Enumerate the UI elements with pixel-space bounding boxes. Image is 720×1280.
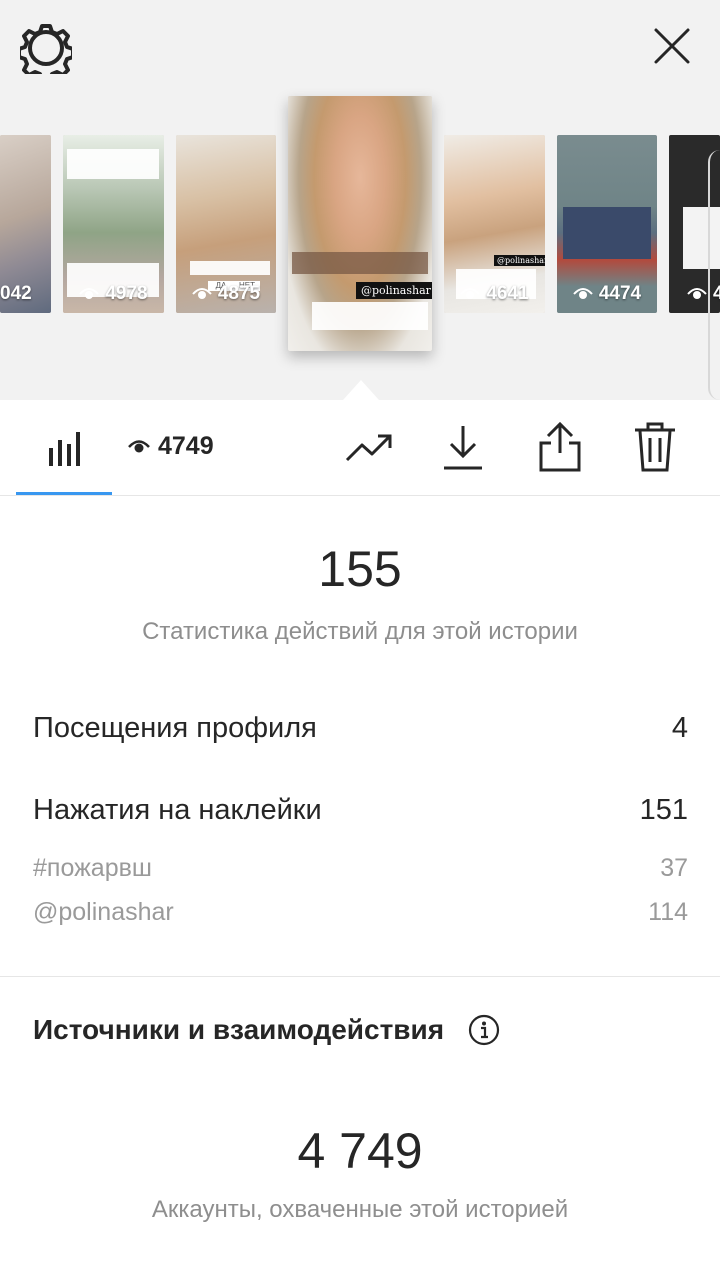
viewers-count: 4749 xyxy=(158,432,214,460)
profile-visits-label: Посещения профиля xyxy=(33,712,317,744)
promote-button[interactable] xyxy=(344,428,394,468)
viewers-tab[interactable]: 4749 xyxy=(128,432,214,461)
sticker-row: @polinashar 114 xyxy=(33,898,688,927)
profile-visits-row: Посещения профиля 4 xyxy=(33,712,688,745)
story-views: 4474 xyxy=(598,283,642,304)
sticker-taps-label: Нажатия на наклейки xyxy=(33,794,322,826)
story-carousel-area: 042 4978 ДА НЕТ 4875 @polinashar @polina… xyxy=(0,0,720,400)
insights-tab[interactable] xyxy=(44,428,84,470)
story-toolbar: 4749 xyxy=(0,400,720,496)
eye-icon xyxy=(460,288,481,299)
sticker-taps-row: Нажатия на наклейки 151 xyxy=(33,794,688,827)
interactions-label: Статистика действий для этой истории xyxy=(142,618,578,645)
scroll-indicator xyxy=(708,150,720,400)
reach-total: 4 749 xyxy=(297,1123,423,1179)
discovery-section-header: Источники и взаимодействия xyxy=(33,1014,500,1046)
close-icon xyxy=(654,28,690,64)
trash-icon xyxy=(635,422,675,472)
sticker-name: #пожарвш xyxy=(33,854,152,882)
mention-sticker: @polinashar xyxy=(356,282,432,299)
info-button[interactable] xyxy=(468,1014,500,1046)
share-button[interactable] xyxy=(536,420,584,474)
active-tab-indicator xyxy=(16,492,112,495)
sticker-row: #пожарвш 37 xyxy=(33,854,688,883)
eye-icon xyxy=(192,288,212,299)
eye-icon xyxy=(687,288,707,299)
profile-visits-value: 4 xyxy=(671,712,688,744)
discovery-title: Источники и взаимодействия xyxy=(33,1014,445,1045)
story-views: 4978 xyxy=(105,283,148,304)
section-divider xyxy=(0,976,720,977)
reach-label: Аккаунты, охваченные этой историей xyxy=(151,1196,569,1223)
download-icon xyxy=(444,426,482,470)
story-thumbnail[interactable]: ДА НЕТ 4875 xyxy=(176,135,276,313)
sticker-value: 114 xyxy=(648,898,688,926)
story-thumbnail[interactable]: 4474 xyxy=(557,135,657,313)
eye-icon xyxy=(79,288,100,299)
sticker-value: 37 xyxy=(660,854,688,882)
story-thumbnail[interactable]: 042 xyxy=(0,135,51,313)
video-preview xyxy=(563,207,651,259)
sticker-name: @polinashar xyxy=(33,898,174,926)
gear-icon xyxy=(20,24,72,74)
story-thumbnail[interactable]: 4978 xyxy=(63,135,164,313)
trending-up-icon xyxy=(345,434,392,462)
story-thumbnail[interactable]: @polinashar 4641 xyxy=(444,135,545,313)
delete-button[interactable] xyxy=(632,420,678,474)
settings-button[interactable] xyxy=(20,22,72,74)
mention-sticker: @polinashar xyxy=(494,255,545,266)
info-icon xyxy=(468,1014,500,1046)
eye-icon xyxy=(573,288,593,299)
selected-story-thumbnail[interactable]: @polinashar xyxy=(288,96,432,351)
close-button[interactable] xyxy=(648,22,696,70)
interactions-total: 155 xyxy=(318,541,402,597)
download-button[interactable] xyxy=(442,422,484,472)
sticker-taps-value: 151 xyxy=(639,794,688,826)
story-views: 042 xyxy=(0,283,32,304)
selection-pointer xyxy=(343,380,379,400)
eye-icon xyxy=(128,439,150,452)
story-views: 4641 xyxy=(486,283,529,304)
bar-chart-icon xyxy=(49,432,80,466)
share-icon xyxy=(539,421,581,472)
story-views: 4875 xyxy=(217,283,261,304)
